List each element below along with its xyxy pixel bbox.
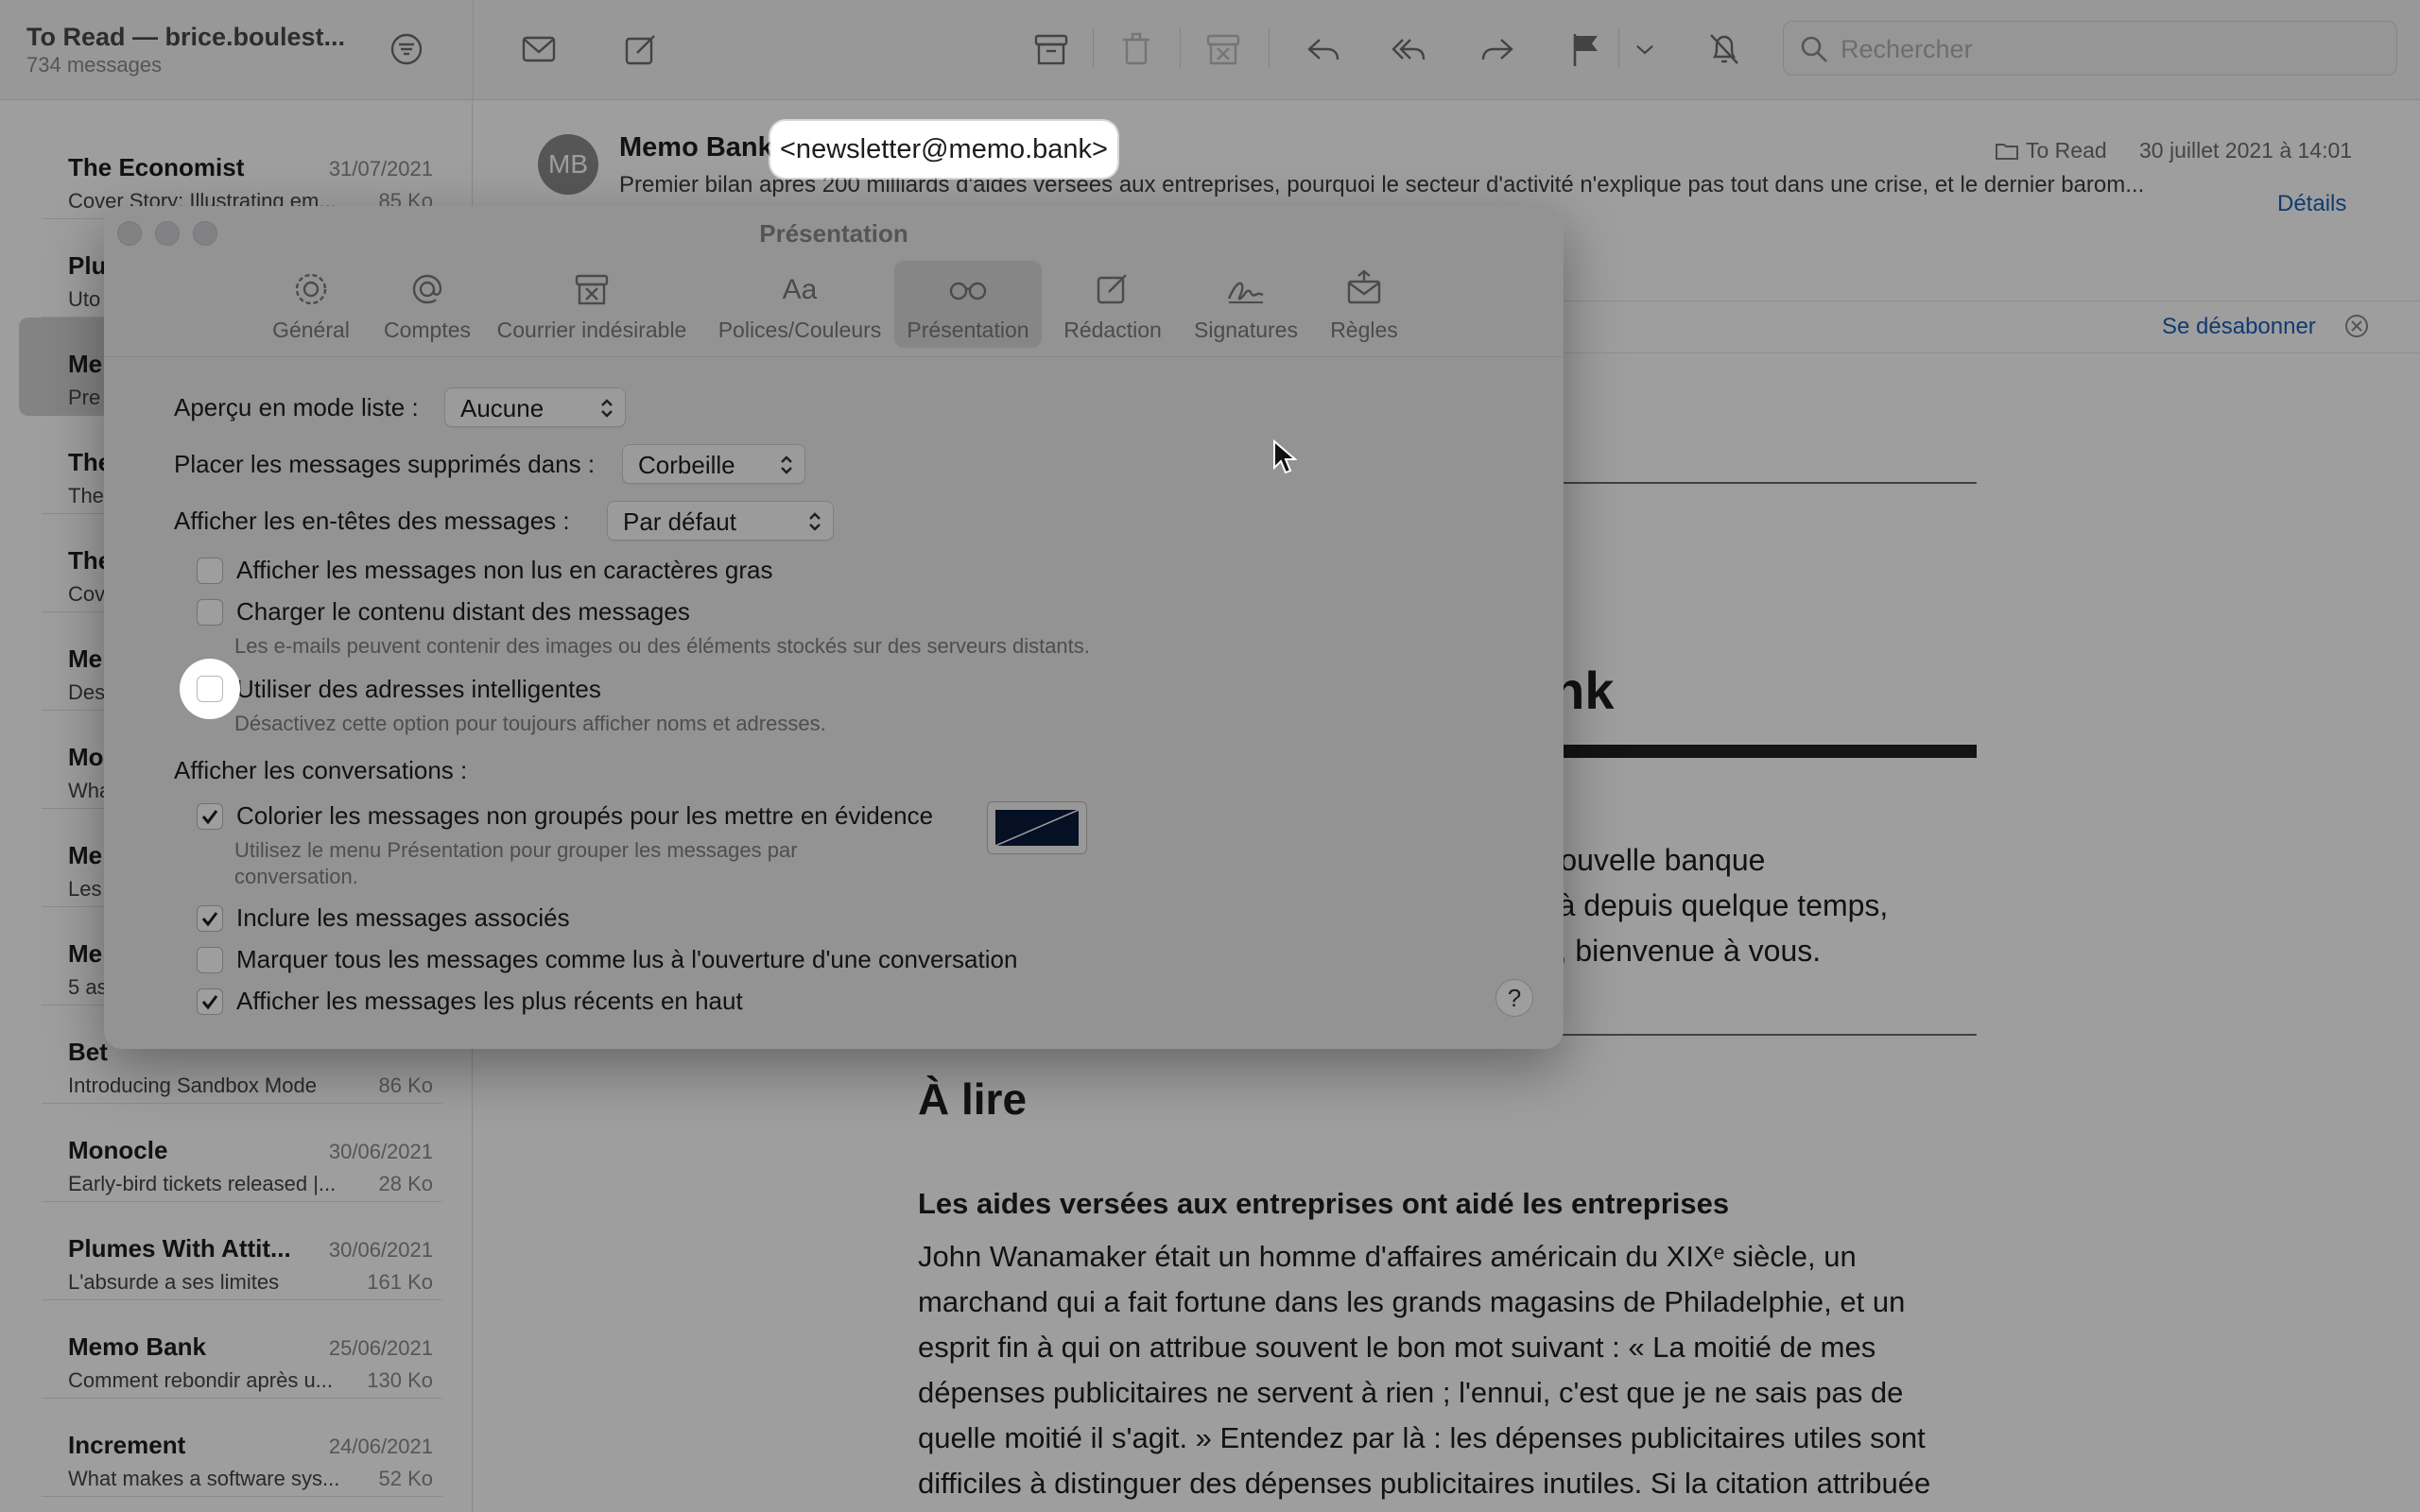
updown-chevron-icon <box>781 455 792 474</box>
tab-rules[interactable]: Règles <box>1314 261 1414 348</box>
tab-general[interactable]: Général <box>261 261 361 348</box>
color-ungrouped-hint: Utilisez le menu Présentation pour group… <box>234 838 798 862</box>
gear-icon <box>295 273 327 305</box>
recent-on-top-label: Afficher les messages les plus récents e… <box>236 987 743 1015</box>
color-ungrouped-label: Colorier les messages non groupés pour l… <box>236 801 934 830</box>
select-value: Aucune <box>460 394 544 422</box>
color-ungrouped-hint: conversation. <box>234 865 358 888</box>
signature-icon <box>1227 282 1264 303</box>
deleted-messages-label: Placer les messages supprimés dans : <box>174 450 596 478</box>
bold-unread-checkbox[interactable] <box>197 558 223 584</box>
checkmark-icon <box>201 995 218 1010</box>
email-sender-address[interactable]: <newsletter@memo.bank> <box>770 121 1117 178</box>
tab-label: Comptes <box>383 318 472 342</box>
tab-fonts-colors[interactable]: Aa Polices/Couleurs <box>705 261 894 348</box>
list-preview-label: Aperçu en mode liste : <box>174 393 419 421</box>
preferences-tabs: Général Comptes Courrier indésirable Aa … <box>104 261 1564 357</box>
tab-accounts[interactable]: Comptes <box>374 261 480 348</box>
headers-label: Afficher les en-têtes des messages : <box>174 507 570 535</box>
include-related-checkbox[interactable] <box>197 905 223 932</box>
at-icon <box>412 274 442 304</box>
tab-composing[interactable]: Rédaction <box>1051 261 1174 348</box>
tab-label: Courrier indésirable <box>496 318 687 342</box>
tab-junk-mail[interactable]: Courrier indésirable <box>492 261 692 348</box>
checkmark-icon <box>201 912 218 927</box>
conversations-label: Afficher les conversations : <box>174 756 468 784</box>
mark-all-read-label: Marquer tous les messages comme lus à l'… <box>236 945 1018 973</box>
list-preview-select[interactable]: Aucune <box>444 387 626 427</box>
smart-addresses-label: Utiliser des adresses intelligentes <box>236 675 601 703</box>
select-value: Par défaut <box>623 507 736 536</box>
recent-on-top-checkbox[interactable] <box>197 988 223 1015</box>
preferences-window: Présentation Général Comptes Courrier in… <box>104 206 1564 1049</box>
smart-addresses-checkbox[interactable] <box>197 676 223 702</box>
tab-label: Général <box>272 318 350 342</box>
color-ungrouped-checkbox[interactable] <box>197 803 223 830</box>
rules-icon <box>1347 269 1381 304</box>
tab-label: Règles <box>1330 318 1398 342</box>
bold-unread-label: Afficher les messages non lus en caractè… <box>236 556 773 584</box>
highlight-color-well[interactable] <box>987 801 1087 854</box>
help-button[interactable]: ? <box>1495 979 1533 1017</box>
tab-signatures[interactable]: Signatures <box>1182 261 1310 348</box>
font-icon: Aa <box>783 274 818 305</box>
select-value: Corbeille <box>638 451 735 479</box>
include-related-label: Inclure les messages associés <box>236 903 570 932</box>
updown-chevron-icon <box>601 399 613 418</box>
deleted-messages-select[interactable]: Corbeille <box>622 444 805 484</box>
remote-content-label: Charger le contenu distant des messages <box>236 597 690 626</box>
headers-select[interactable]: Par défaut <box>607 501 834 541</box>
tab-label: Présentation <box>907 318 1029 342</box>
compose-icon <box>1097 274 1127 304</box>
mouse-cursor-icon <box>1273 439 1297 474</box>
remote-content-hint: Les e-mails peuvent contenir des images … <box>234 634 1090 658</box>
glasses-icon <box>949 282 987 301</box>
svg-text:Aa: Aa <box>783 274 818 305</box>
tab-label: Polices/Couleurs <box>717 318 882 342</box>
tab-label: Rédaction <box>1063 318 1162 342</box>
checkmark-icon <box>201 810 218 825</box>
smart-addresses-hint: Désactivez cette option pour toujours af… <box>234 712 826 735</box>
remote-content-checkbox[interactable] <box>197 599 223 626</box>
tab-presentation[interactable]: Présentation <box>894 261 1042 348</box>
updown-chevron-icon <box>809 512 821 531</box>
tab-label: Signatures <box>1194 318 1298 342</box>
color-swatch <box>995 810 1079 846</box>
junk-icon <box>575 274 609 305</box>
window-title: Présentation <box>759 219 908 248</box>
mark-all-read-checkbox[interactable] <box>197 947 223 973</box>
